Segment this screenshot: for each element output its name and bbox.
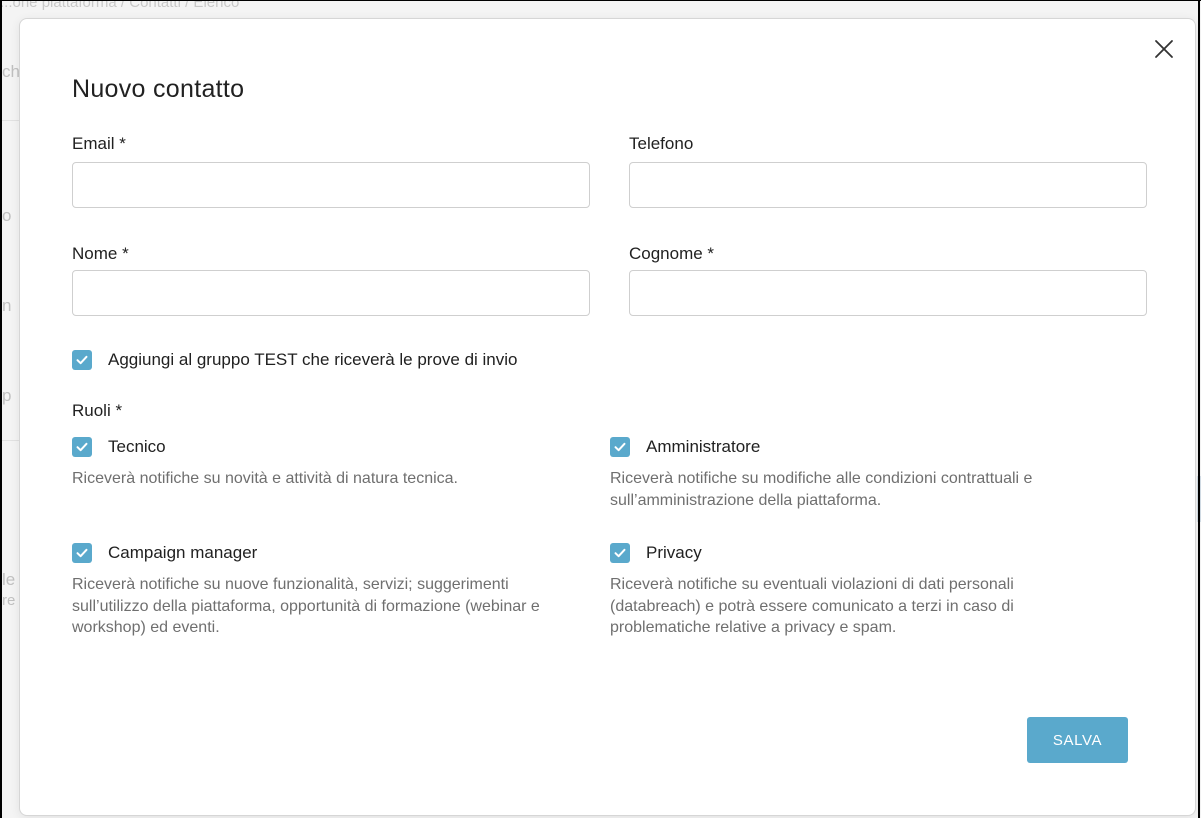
- cognome-label: Cognome *: [629, 244, 715, 263]
- role-campaign-manager-checkbox[interactable]: [72, 543, 92, 563]
- role-amministratore-label: Amministratore: [646, 437, 761, 456]
- role-tecnico-checkbox[interactable]: [72, 437, 92, 457]
- role-campaign-manager-description: Riceverà notifiche su nuove funzionalità…: [72, 576, 540, 636]
- role-privacy-description: Riceverà notifiche su eventuali violazio…: [610, 576, 1014, 636]
- background-text-fragment: n: [2, 296, 12, 315]
- divider: [0, 120, 20, 121]
- role-privacy-label: Privacy: [646, 543, 702, 562]
- frame-top: [0, 0, 1201, 1]
- check-icon: [76, 355, 88, 365]
- background-text-fragment: re: [2, 592, 16, 609]
- check-icon: [614, 548, 626, 558]
- modal-title: Nuovo contatto: [72, 75, 245, 103]
- test-group-checkbox[interactable]: [72, 350, 92, 370]
- telefono-label: Telefono: [629, 134, 694, 153]
- role-amministratore-row[interactable]: Amministratore: [610, 437, 760, 457]
- background-text-fragment: ch: [2, 62, 20, 81]
- telefono-input[interactable]: [629, 162, 1147, 208]
- close-button[interactable]: [1152, 37, 1176, 61]
- background-text-fragment: o: [2, 206, 12, 225]
- check-icon: [614, 442, 626, 452]
- frame-right: [1198, 0, 1200, 818]
- frame-left: [0, 0, 2, 818]
- close-icon: [1155, 40, 1173, 58]
- role-campaign-manager-row[interactable]: Campaign manager: [72, 543, 257, 563]
- role-tecnico-row[interactable]: Tecnico: [72, 437, 166, 457]
- email-input[interactable]: [72, 162, 590, 208]
- check-icon: [76, 548, 88, 558]
- email-label: Email *: [72, 134, 126, 153]
- role-amministratore-description: Riceverà notifiche su modifiche alle con…: [610, 470, 1033, 509]
- background-text-fragment: p: [2, 386, 12, 405]
- save-button[interactable]: SALVA: [1027, 717, 1128, 763]
- role-privacy-row[interactable]: Privacy: [610, 543, 702, 563]
- test-group-checkbox-row[interactable]: Aggiungi al gruppo TEST che riceverà le …: [72, 350, 518, 370]
- check-icon: [76, 442, 88, 452]
- role-tecnico-label: Tecnico: [108, 437, 166, 456]
- new-contact-modal: Nuovo contatto Email * Telefono Nome * C…: [19, 18, 1196, 816]
- role-campaign-manager-label: Campaign manager: [108, 543, 258, 562]
- role-tecnico-description: Riceverà notifiche su novità e attività …: [72, 470, 458, 487]
- nome-input[interactable]: [72, 270, 590, 316]
- roles-label: Ruoli *: [72, 401, 123, 420]
- divider: [0, 440, 20, 441]
- role-privacy-checkbox[interactable]: [610, 543, 630, 563]
- nome-label: Nome *: [72, 244, 129, 263]
- breadcrumb: ...one piattaforma / Contatti / Elenco: [0, 0, 240, 11]
- cognome-input[interactable]: [629, 270, 1147, 316]
- background-text-fragment: le: [2, 570, 16, 589]
- role-amministratore-checkbox[interactable]: [610, 437, 630, 457]
- test-group-label: Aggiungi al gruppo TEST che riceverà le …: [108, 350, 518, 369]
